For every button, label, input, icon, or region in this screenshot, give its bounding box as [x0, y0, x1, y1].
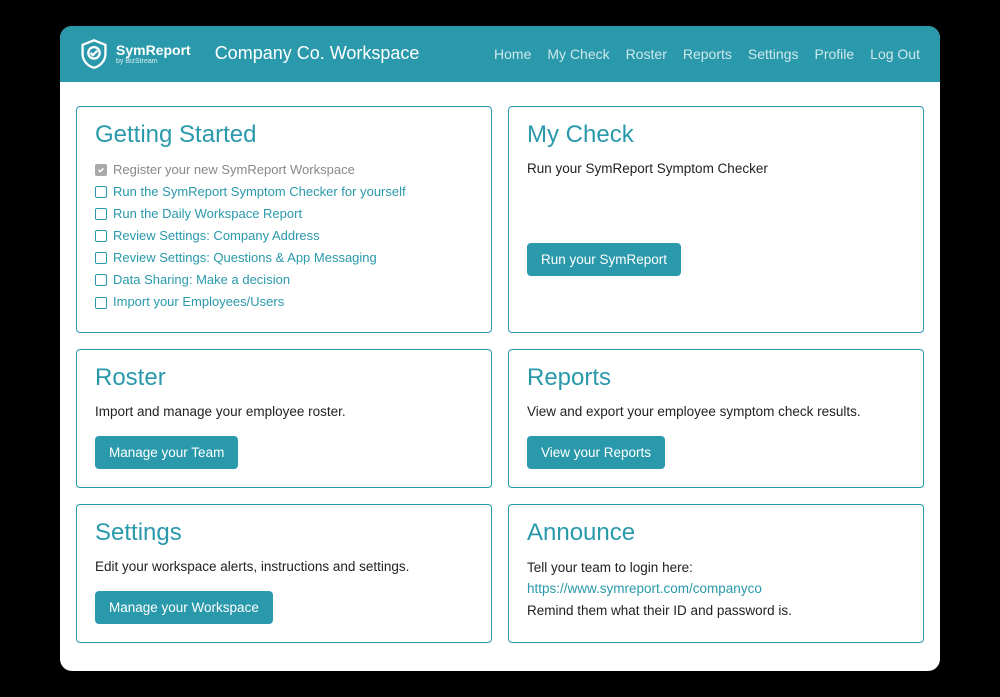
- nav-roster[interactable]: Roster: [626, 46, 667, 62]
- nav-my-check[interactable]: My Check: [547, 46, 609, 62]
- view-reports-button[interactable]: View your Reports: [527, 436, 665, 469]
- announce-intro: Tell your team to login here:: [527, 560, 693, 575]
- checkbox-checked-icon[interactable]: [95, 164, 107, 176]
- card-description: Edit your workspace alerts, instructions…: [95, 557, 473, 577]
- main-nav: Home My Check Roster Reports Settings Pr…: [494, 46, 920, 62]
- checkbox-icon[interactable]: [95, 297, 107, 309]
- checklist-item-label: Register your new SymReport Workspace: [113, 159, 355, 181]
- checklist-item: Run the Daily Workspace Report: [95, 203, 473, 225]
- card-description: Import and manage your employee roster.: [95, 402, 473, 422]
- getting-started-checklist: Register your new SymReport WorkspaceRun…: [95, 159, 473, 314]
- checkbox-icon[interactable]: [95, 230, 107, 242]
- checkbox-icon[interactable]: [95, 274, 107, 286]
- shield-check-icon: [80, 38, 108, 70]
- checklist-item: Register your new SymReport Workspace: [95, 159, 473, 181]
- checklist-item: Run the SymReport Symptom Checker for yo…: [95, 181, 473, 203]
- checklist-item: Review Settings: Questions & App Messagi…: [95, 247, 473, 269]
- checklist-item-label[interactable]: Run the Daily Workspace Report: [113, 203, 302, 225]
- card-title: My Check: [527, 121, 905, 149]
- topbar: SymReport by BizStream Company Co. Works…: [60, 26, 940, 82]
- my-check-card: My Check Run your SymReport Symptom Chec…: [508, 106, 924, 333]
- nav-settings[interactable]: Settings: [748, 46, 799, 62]
- manage-team-button[interactable]: Manage your Team: [95, 436, 238, 469]
- roster-card: Roster Import and manage your employee r…: [76, 349, 492, 488]
- card-description: Run your SymReport Symptom Checker: [527, 159, 905, 179]
- checklist-item-label[interactable]: Import your Employees/Users: [113, 291, 284, 313]
- checklist-item-label[interactable]: Run the SymReport Symptom Checker for yo…: [113, 181, 406, 203]
- workspace-title: Company Co. Workspace: [215, 43, 420, 64]
- card-title: Settings: [95, 519, 473, 547]
- checkbox-icon[interactable]: [95, 252, 107, 264]
- nav-home[interactable]: Home: [494, 46, 531, 62]
- logo-name: SymReport: [116, 42, 191, 58]
- card-title: Reports: [527, 364, 905, 392]
- logo[interactable]: SymReport by BizStream: [80, 38, 191, 70]
- nav-logout[interactable]: Log Out: [870, 46, 920, 62]
- getting-started-card: Getting Started Register your new SymRep…: [76, 106, 492, 333]
- announce-remind: Remind them what their ID and password i…: [527, 603, 792, 618]
- content-grid: Getting Started Register your new SymRep…: [60, 82, 940, 671]
- checklist-item: Review Settings: Company Address: [95, 225, 473, 247]
- checkbox-icon[interactable]: [95, 208, 107, 220]
- nav-profile[interactable]: Profile: [814, 46, 854, 62]
- checklist-item-label[interactable]: Review Settings: Questions & App Messagi…: [113, 247, 377, 269]
- logo-byline: by BizStream: [116, 58, 191, 65]
- announce-card: Announce Tell your team to login here: h…: [508, 504, 924, 643]
- run-symreport-button[interactable]: Run your SymReport: [527, 243, 681, 276]
- checklist-item-label[interactable]: Review Settings: Company Address: [113, 225, 320, 247]
- announce-url-link[interactable]: https://www.symreport.com/companyco: [527, 581, 762, 596]
- card-title: Getting Started: [95, 121, 473, 149]
- reports-card: Reports View and export your employee sy…: [508, 349, 924, 488]
- checklist-item: Import your Employees/Users: [95, 291, 473, 313]
- announce-text: Tell your team to login here: https://ww…: [527, 557, 905, 622]
- nav-reports[interactable]: Reports: [683, 46, 732, 62]
- card-title: Announce: [527, 519, 905, 547]
- app-window: SymReport by BizStream Company Co. Works…: [60, 26, 940, 671]
- card-title: Roster: [95, 364, 473, 392]
- checklist-item-label[interactable]: Data Sharing: Make a decision: [113, 269, 290, 291]
- settings-card: Settings Edit your workspace alerts, ins…: [76, 504, 492, 643]
- card-description: View and export your employee symptom ch…: [527, 402, 905, 422]
- checklist-item: Data Sharing: Make a decision: [95, 269, 473, 291]
- logo-text: SymReport by BizStream: [116, 42, 191, 65]
- checkbox-icon[interactable]: [95, 186, 107, 198]
- manage-workspace-button[interactable]: Manage your Workspace: [95, 591, 273, 624]
